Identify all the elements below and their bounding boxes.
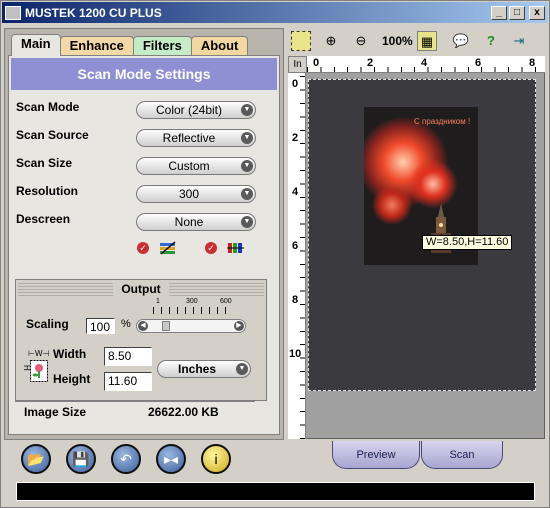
scaling-input[interactable]: 100 bbox=[86, 318, 115, 334]
unit-select[interactable]: Inches ▼ bbox=[157, 360, 251, 378]
ruler-left-10: 10 bbox=[289, 348, 302, 360]
slider-left-arrow-icon[interactable]: ◀ bbox=[138, 321, 148, 331]
tab-filters[interactable]: Filters bbox=[132, 36, 192, 56]
undo-icon: ↶ bbox=[120, 451, 132, 467]
scaling-slider[interactable]: ◀ ▶ bbox=[136, 319, 246, 333]
check-icon[interactable]: ✓ bbox=[205, 242, 217, 254]
title-bar[interactable]: MUSTEK 1200 CU PLUS _ □ x bbox=[2, 2, 548, 23]
scan-source-select[interactable]: Reflective ▼ bbox=[136, 129, 256, 147]
dropdown-arrow-icon: ▼ bbox=[241, 216, 253, 228]
scan-size-label: Scan Size bbox=[16, 156, 73, 170]
zoom-out-icon[interactable]: ⊖ bbox=[351, 31, 371, 51]
dropdown-arrow-icon: ▼ bbox=[236, 363, 248, 375]
info-button[interactable]: i bbox=[201, 444, 231, 474]
ruler-top-2: 2 bbox=[367, 57, 374, 69]
unit-value: Inches bbox=[177, 362, 216, 376]
scaling-unit: % bbox=[121, 318, 131, 330]
scan-mode-value: Color (24bit) bbox=[155, 103, 223, 117]
scan-button[interactable]: Scan bbox=[421, 441, 503, 469]
size-tooltip: W=8.50,H=11.60 bbox=[422, 235, 513, 250]
scan-mode-header: Scan Mode Settings bbox=[11, 58, 277, 90]
ruler-left-4: 4 bbox=[292, 186, 299, 198]
exit-icon[interactable]: ⇥ bbox=[509, 31, 529, 51]
scan-source-label: Scan Source bbox=[16, 128, 89, 142]
scale-tick-600: 600 bbox=[220, 298, 232, 305]
tab-about[interactable]: About bbox=[190, 36, 249, 56]
scale-ticks bbox=[153, 307, 233, 314]
comment-icon[interactable]: 💬 bbox=[451, 31, 471, 51]
color-balance-icon[interactable] bbox=[227, 241, 245, 255]
dropdown-arrow-icon: ▼ bbox=[241, 160, 253, 172]
descreen-label: Descreen bbox=[16, 212, 71, 226]
info-icon: i bbox=[214, 451, 218, 467]
scale-tick-1: 1 bbox=[156, 298, 160, 305]
fit-page-icon[interactable]: ▦ bbox=[417, 31, 437, 51]
scan-size-value: Custom bbox=[168, 159, 210, 173]
tab-main[interactable]: Main bbox=[11, 34, 61, 56]
output-title: Output bbox=[113, 282, 169, 296]
folder-icon: 📂 bbox=[27, 451, 45, 467]
help-icon[interactable]: ? bbox=[481, 31, 501, 51]
scale-tick-300: 300 bbox=[186, 298, 198, 305]
dropdown-arrow-icon: ▼ bbox=[241, 104, 253, 116]
scanner-window: MUSTEK 1200 CU PLUS _ □ x Main Enhance F… bbox=[0, 0, 550, 508]
status-bar bbox=[16, 482, 535, 501]
ruler-left bbox=[288, 73, 306, 439]
app-icon bbox=[5, 5, 21, 20]
scan-size-select[interactable]: Custom ▼ bbox=[136, 157, 256, 175]
ruler-left-0: 0 bbox=[292, 78, 299, 90]
floppy-icon: 💾 bbox=[72, 451, 90, 467]
reset-button[interactable]: ▸◂ bbox=[156, 444, 186, 474]
slider-thumb[interactable] bbox=[161, 321, 170, 331]
reset-icon: ▸◂ bbox=[163, 451, 179, 467]
width-label: Width bbox=[53, 347, 87, 361]
resolution-value: 300 bbox=[178, 187, 200, 201]
tab-strip: Main Enhance Filters About bbox=[11, 34, 249, 56]
descreen-select[interactable]: None ▼ bbox=[136, 213, 256, 231]
ruler-left-2: 2 bbox=[292, 132, 299, 144]
dropdown-arrow-icon: ▼ bbox=[241, 132, 253, 144]
preview-button[interactable]: Preview bbox=[332, 441, 420, 469]
image-size-label: Image Size bbox=[24, 405, 87, 419]
scan-mode-select[interactable]: Color (24bit) ▼ bbox=[136, 101, 256, 119]
ruler-left-8: 8 bbox=[292, 294, 299, 306]
close-button[interactable]: x bbox=[529, 5, 545, 20]
open-button[interactable]: 📂 bbox=[21, 444, 51, 474]
zoom-in-icon[interactable]: ⊕ bbox=[321, 31, 341, 51]
undo-button[interactable]: ↶ bbox=[111, 444, 141, 474]
image-size-value: 26622.00 KB bbox=[148, 405, 219, 419]
divider bbox=[15, 401, 255, 402]
scan-source-value: Reflective bbox=[162, 131, 216, 145]
resolution-label: Resolution bbox=[16, 184, 78, 198]
ruler-top-0: 0 bbox=[313, 57, 320, 69]
color-adjust-icon[interactable] bbox=[159, 241, 177, 255]
height-label: Height bbox=[53, 372, 91, 386]
maximize-button[interactable]: □ bbox=[509, 5, 525, 20]
scaling-label: Scaling bbox=[26, 317, 69, 331]
minimize-button[interactable]: _ bbox=[491, 5, 507, 20]
descreen-value: None bbox=[174, 215, 204, 229]
ruler-top-8: 8 bbox=[529, 57, 536, 69]
width-input[interactable]: 8.50 bbox=[104, 347, 152, 366]
slider-right-arrow-icon[interactable]: ▶ bbox=[234, 321, 244, 331]
dropdown-arrow-icon: ▼ bbox=[241, 188, 253, 200]
width-arrow-icon: ⊢W⊣ bbox=[28, 349, 50, 358]
tab-enhance[interactable]: Enhance bbox=[59, 36, 134, 56]
zoom-level[interactable]: 100% bbox=[382, 34, 413, 48]
height-input[interactable]: 11.60 bbox=[104, 372, 152, 391]
save-button[interactable]: 💾 bbox=[66, 444, 96, 474]
window-title: MUSTEK 1200 CU PLUS bbox=[25, 5, 162, 20]
select-area-icon[interactable] bbox=[291, 31, 311, 51]
photo-caption: С праздником ! bbox=[414, 117, 471, 126]
scan-mode-label: Scan Mode bbox=[16, 100, 80, 114]
ruler-top-4: 4 bbox=[421, 57, 428, 69]
ruler-left-6: 6 bbox=[292, 240, 299, 252]
flower-icon bbox=[30, 360, 48, 382]
check-icon[interactable]: ✓ bbox=[137, 242, 149, 254]
resolution-select[interactable]: 300 ▼ bbox=[136, 185, 256, 203]
ruler-unit: In bbox=[288, 56, 307, 73]
output-title-bar: Output bbox=[18, 282, 264, 296]
ruler-top-6: 6 bbox=[475, 57, 482, 69]
